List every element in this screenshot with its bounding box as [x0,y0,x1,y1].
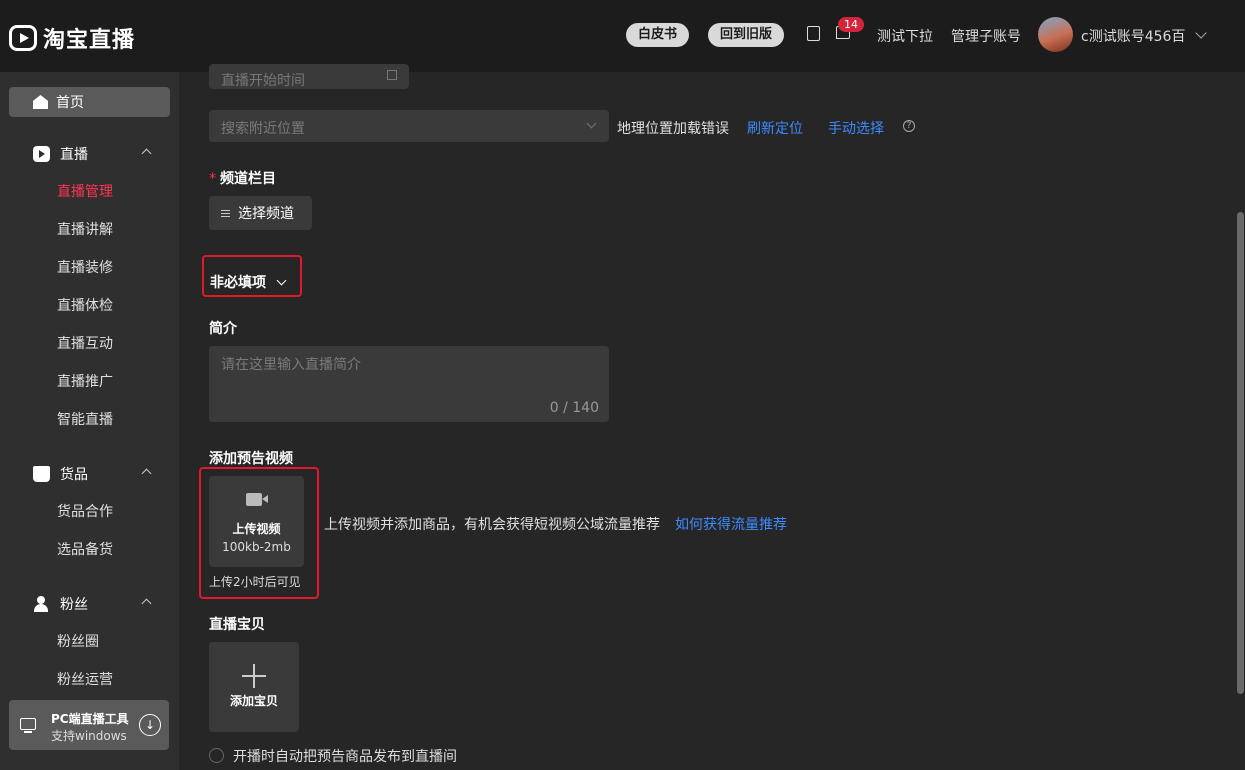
account-name[interactable]: c测试账号456百 [1081,26,1185,46]
add-item-button[interactable]: 添加宝贝 [209,642,299,732]
help-icon[interactable]: ? [903,120,915,132]
whitebook-button[interactable]: 白皮书 [626,23,690,47]
pc-live-tool-card[interactable]: PC端直播工具 支持windows ↓ [9,700,169,750]
sidebar-item-fans-circle[interactable]: 粉丝圈 [57,631,99,651]
sidebar-item-smart-live[interactable]: 智能直播 [57,409,113,429]
sidebar-group-label: 直播 [60,147,88,163]
sidebar-item-fans-ops[interactable]: 粉丝运营 [57,669,113,689]
sidebar-item-live-manage[interactable]: 直播管理 [57,181,113,201]
chevron-up-icon [141,148,152,159]
chevron-down-icon [586,118,597,129]
logo-text: 淘宝直播 [43,28,136,53]
select-channel-button[interactable]: 选择频道 [209,196,312,230]
location-error-text: 地理位置加载错误 [617,121,729,137]
sidebar-item-live-explain[interactable]: 直播讲解 [57,219,113,239]
channel-label: * 频道栏目 [209,171,276,187]
main-form: 直播开始时间 搜索附近位置 地理位置加载错误 刷新定位 手动选择 ? * 频道栏目… [179,64,1245,770]
preview-video-label: 添加预告视频 [209,451,293,467]
upload-size-limit: 100kb-2mb [222,540,291,554]
play-logo-icon [9,25,37,51]
top-header: 淘宝直播 白皮书 回到旧版 14 测试下拉 管理子账号 c测试账号456百 [0,0,1245,72]
intro-textarea[interactable]: 请在这里输入直播简介 0 / 140 [209,346,609,422]
sidebar-item-live-checkup[interactable]: 直播体检 [57,295,113,315]
optional-fields-toggle[interactable]: 非必填项 [210,272,287,292]
intro-char-counter: 0 / 140 [549,400,599,416]
traffic-recommend-link[interactable]: 如何获得流量推荐 [675,514,787,534]
auto-publish-radio[interactable] [209,748,224,763]
chevron-up-icon [141,598,152,609]
sidebar-group-goods[interactable]: 货品 [33,464,158,484]
manage-sub-account-link[interactable]: 管理子账号 [951,26,1021,46]
sidebar-item-label: 首页 [56,95,84,111]
document-icon[interactable] [807,26,820,41]
auto-publish-label[interactable]: 开播时自动把预告商品发布到直播间 [233,746,457,766]
sidebar-item-live-interact[interactable]: 直播互动 [57,333,113,353]
sidebar-item-goods-coop[interactable]: 货品合作 [57,501,113,521]
sidebar-item-goods-select[interactable]: 选品备货 [57,539,113,559]
sidebar-group-fans[interactable]: 粉丝 [33,594,158,614]
upload-video-label: 上传视频 [232,522,281,536]
list-icon [221,209,230,217]
home-icon [33,95,48,109]
live-items-label: 直播宝贝 [209,617,265,633]
location-search-select[interactable]: 搜索附近位置 [209,110,609,142]
upload-hint-text: 上传视频并添加商品，有机会获得短视频公域流量推荐 [324,517,660,533]
intro-label: 简介 [209,321,237,337]
sidebar-item-live-decor[interactable]: 直播装修 [57,257,113,277]
message-count-badge: 14 [838,17,864,32]
location-placeholder: 搜索附近位置 [221,121,305,137]
video-camera-icon [246,493,268,506]
upload-visible-note: 上传2小时后可见 [209,575,301,589]
refresh-location-link[interactable]: 刷新定位 [747,118,803,138]
sidebar: 首页 直播 直播管理 直播讲解 直播装修 直播体检 直播互动 直播推广 智能直播… [0,72,179,770]
sidebar-item-live-promote[interactable]: 直播推广 [57,371,113,391]
add-item-label: 添加宝贝 [229,694,278,708]
account-chevron-down-icon[interactable] [1195,27,1207,39]
pc-tool-title: PC端直播工具 [51,712,129,726]
manual-select-link[interactable]: 手动选择 [828,118,884,138]
upload-video-button[interactable]: 上传视频 100kb-2mb [209,476,304,567]
sidebar-group-label: 货品 [60,467,88,483]
download-icon[interactable]: ↓ [139,714,161,736]
start-time-field[interactable]: 直播开始时间 [209,64,409,89]
scrollbar-thumb[interactable] [1237,212,1244,694]
intro-placeholder: 请在这里输入直播简介 [221,357,361,373]
chevron-down-icon [276,275,287,285]
chevron-up-icon [141,468,152,479]
sidebar-group-live[interactable]: 直播 [33,144,158,164]
monitor-icon [20,718,36,733]
taobao-live-logo[interactable]: 淘宝直播 [9,22,135,54]
sidebar-item-home[interactable]: 首页 [9,87,170,117]
avatar[interactable] [1038,17,1073,52]
back-to-old-version-button[interactable]: 回到旧版 [708,23,785,47]
pc-tool-subtitle: 支持windows [51,729,127,743]
user-icon [33,596,50,612]
shopping-bag-icon [33,466,50,482]
start-time-placeholder: 直播开始时间 [221,73,305,89]
calendar-icon [387,70,397,80]
play-icon [33,146,50,162]
sidebar-group-label: 粉丝 [60,597,88,613]
select-channel-label: 选择频道 [238,206,294,222]
test-dropdown-link[interactable]: 测试下拉 [877,26,933,46]
